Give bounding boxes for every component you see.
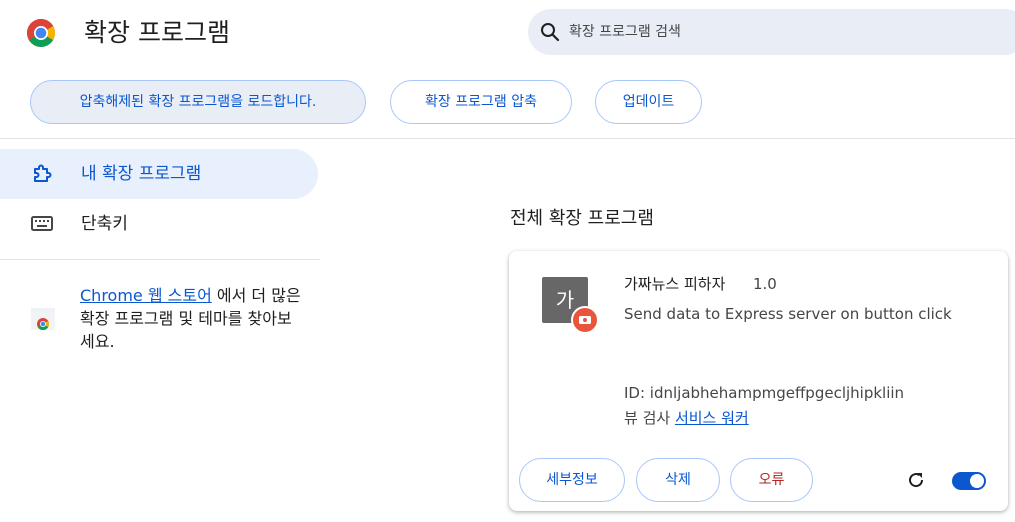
record-badge-icon: [571, 306, 599, 334]
inspect-views-label: 뷰 검사: [624, 409, 675, 427]
toggle-knob: [970, 474, 984, 488]
reload-icon[interactable]: [906, 470, 926, 490]
search-input[interactable]: [569, 9, 989, 55]
extension-enable-toggle[interactable]: [952, 472, 986, 490]
web-store-promo: Chrome 웹 스토어 에서 더 많은 확장 프로그램 및 테마를 찾아보세요…: [80, 284, 305, 353]
sidebar-divider: [0, 259, 320, 260]
extension-id: ID: idnljabhehampmgeffpgecljhipkliin: [624, 384, 905, 402]
inspect-views: 뷰 검사 서비스 워커: [624, 407, 749, 429]
extension-icon: [31, 163, 53, 189]
chrome-logo-icon: [26, 18, 56, 48]
section-title: 전체 확장 프로그램: [510, 208, 654, 229]
details-button[interactable]: 세부정보: [519, 458, 625, 502]
remove-button[interactable]: 삭제: [636, 458, 720, 502]
errors-button[interactable]: 오류: [730, 458, 813, 502]
sidebar-item-label: 내 확장 프로그램: [81, 164, 202, 184]
sidebar-item-label: 단축키: [81, 214, 128, 234]
page-title: 확장 프로그램: [84, 18, 230, 47]
extension-version: 1.0: [753, 275, 777, 293]
service-worker-link[interactable]: 서비스 워커: [675, 409, 749, 427]
search-icon: [540, 22, 560, 42]
web-store-icon: [31, 308, 55, 334]
toolbar-divider: [0, 138, 1015, 139]
load-unpacked-button[interactable]: 압축해제된 확장 프로그램을 로드합니다.: [30, 80, 366, 124]
extension-description: Send data to Express server on button cl…: [624, 305, 952, 323]
web-store-link[interactable]: Chrome 웹 스토어: [80, 286, 212, 305]
extension-card: 가 가짜뉴스 피하자 1.0 Send data to Express serv…: [509, 251, 1008, 511]
keyboard-icon: [31, 216, 53, 236]
update-button[interactable]: 업데이트: [595, 80, 702, 124]
search-box[interactable]: [528, 9, 1015, 55]
pack-extension-button[interactable]: 확장 프로그램 압축: [390, 80, 572, 124]
extension-name: 가짜뉴스 피하자: [624, 275, 726, 293]
